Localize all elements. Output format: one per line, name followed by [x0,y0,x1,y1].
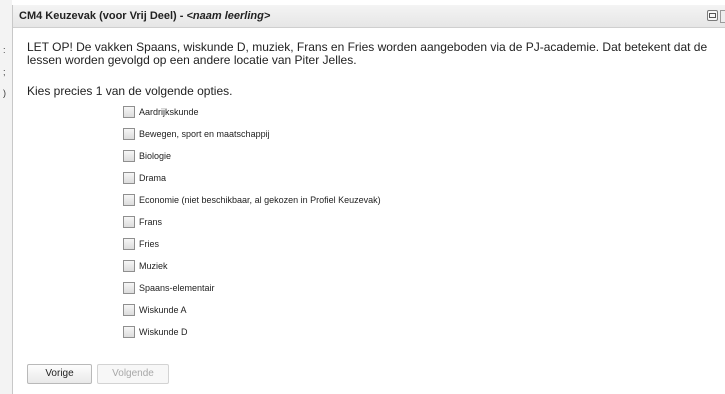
option-label: Fries [139,239,159,249]
notice-text: LET OP! De vakken Spaans, wiskunde D, mu… [27,40,708,67]
option-label: Drama [139,173,167,183]
option-label: Biologie [139,151,172,161]
dialog-titlebar: CM4 Keuzevak (voor Vrij Deel) - <naam le… [13,5,725,28]
checkbox[interactable] [123,216,135,228]
checkbox[interactable] [123,128,135,140]
option-label: Frans [139,217,163,227]
next-button[interactable]: Volgende [97,364,169,384]
option-label: Muziek [139,261,168,271]
option-label: Spaans-elementair [139,283,215,293]
checkbox[interactable] [123,172,135,184]
dialog-title: CM4 Keuzevak (voor Vrij Deel) - <naam le… [19,10,270,22]
checkbox[interactable] [123,326,135,338]
checkbox[interactable] [123,150,135,162]
checkbox[interactable] [123,282,135,294]
option-label: Economie (niet beschikbaar, al gekozen i… [139,195,381,205]
checkbox[interactable] [123,304,135,316]
student-name-placeholder: <naam leerling> [186,10,271,22]
dialog-title-prefix: CM4 Keuzevak (voor Vrij Deel) - [19,10,187,22]
option-label: Wiskunde A [139,305,187,315]
instruction-text: Kies precies 1 van de volgende opties. [27,84,233,98]
checkbox[interactable] [123,106,135,118]
option-label: Aardrijkskunde [139,107,199,117]
background-page-edge: : ; ) [0,0,12,394]
previous-button[interactable]: Vorige [27,364,92,384]
background-fragment: : [3,45,6,55]
checkbox[interactable] [123,238,135,250]
background-fragment: ; [3,67,6,77]
choice-dialog: CM4 Keuzevak (voor Vrij Deel) - <naam le… [12,5,725,394]
close-icon[interactable] [720,10,725,23]
maximize-icon[interactable] [707,10,718,21]
option-label: Wiskunde D [139,327,188,337]
checkbox[interactable] [123,194,135,206]
option-label: Bewegen, sport en maatschappij [139,129,270,139]
background-fragment: ) [3,88,6,98]
checkbox[interactable] [123,260,135,272]
